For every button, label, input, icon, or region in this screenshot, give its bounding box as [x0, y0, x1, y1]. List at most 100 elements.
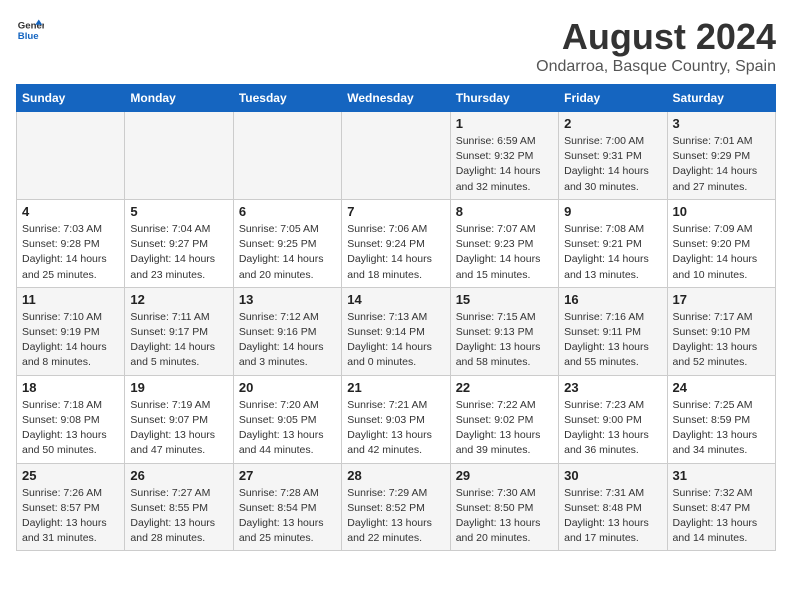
svg-text:Blue: Blue: [18, 31, 39, 42]
header-thursday: Thursday: [450, 85, 558, 112]
calendar-table: SundayMondayTuesdayWednesdayThursdayFrid…: [16, 84, 776, 551]
header-friday: Friday: [559, 85, 667, 112]
day-detail: Sunrise: 7:01 AMSunset: 9:29 PMDaylight:…: [673, 134, 770, 195]
calendar-cell: 2 Sunrise: 7:00 AMSunset: 9:31 PMDaylight…: [559, 112, 667, 200]
day-number: 28: [347, 468, 444, 483]
day-number: 21: [347, 380, 444, 395]
day-detail: Sunrise: 7:28 AMSunset: 8:54 PMDaylight:…: [239, 486, 336, 547]
day-number: 20: [239, 380, 336, 395]
calendar-cell: [233, 112, 341, 200]
page-header: General Blue August 2024 Ondarroa, Basqu…: [16, 16, 776, 76]
day-number: 4: [22, 204, 119, 219]
day-detail: Sunrise: 7:15 AMSunset: 9:13 PMDaylight:…: [456, 310, 553, 371]
calendar-cell: 29 Sunrise: 7:30 AMSunset: 8:50 PMDayligh…: [450, 463, 558, 551]
calendar-cell: 17 Sunrise: 7:17 AMSunset: 9:10 PMDayligh…: [667, 287, 775, 375]
calendar-cell: [342, 112, 450, 200]
calendar-cell: [125, 112, 233, 200]
calendar-cell: 19 Sunrise: 7:19 AMSunset: 9:07 PMDayligh…: [125, 375, 233, 463]
logo: General Blue: [16, 16, 44, 44]
day-number: 10: [673, 204, 770, 219]
day-detail: Sunrise: 7:32 AMSunset: 8:47 PMDaylight:…: [673, 486, 770, 547]
day-detail: Sunrise: 7:13 AMSunset: 9:14 PMDaylight:…: [347, 310, 444, 371]
calendar-week-0: 1Sunrise: 6:59 AMSunset: 9:32 PMDaylight…: [17, 112, 776, 200]
day-detail: Sunrise: 7:06 AMSunset: 9:24 PMDaylight:…: [347, 222, 444, 283]
day-detail: Sunrise: 7:16 AMSunset: 9:11 PMDaylight:…: [564, 310, 661, 371]
day-number: 29: [456, 468, 553, 483]
day-detail: Sunrise: 7:22 AMSunset: 9:02 PMDaylight:…: [456, 398, 553, 459]
day-detail: Sunrise: 7:18 AMSunset: 9:08 PMDaylight:…: [22, 398, 119, 459]
title-area: August 2024 Ondarroa, Basque Country, Sp…: [536, 16, 776, 76]
calendar-cell: 21Sunrise: 7:21 AMSunset: 9:03 PMDayligh…: [342, 375, 450, 463]
day-number: 27: [239, 468, 336, 483]
day-detail: Sunrise: 7:20 AMSunset: 9:05 PMDaylight:…: [239, 398, 336, 459]
day-number: 14: [347, 292, 444, 307]
day-number: 19: [130, 380, 227, 395]
day-number: 25: [22, 468, 119, 483]
calendar-cell: 11 Sunrise: 7:10 AMSunset: 9:19 PMDayligh…: [17, 287, 125, 375]
day-detail: Sunrise: 7:04 AMSunset: 9:27 PMDaylight:…: [130, 222, 227, 283]
calendar-cell: 23 Sunrise: 7:23 AMSunset: 9:00 PMDayligh…: [559, 375, 667, 463]
calendar-cell: 22 Sunrise: 7:22 AMSunset: 9:02 PMDayligh…: [450, 375, 558, 463]
calendar-cell: 13 Sunrise: 7:12 AMSunset: 9:16 PMDayligh…: [233, 287, 341, 375]
day-detail: Sunrise: 7:23 AMSunset: 9:00 PMDaylight:…: [564, 398, 661, 459]
calendar-cell: 5 Sunrise: 7:04 AMSunset: 9:27 PMDaylight…: [125, 199, 233, 287]
day-detail: Sunrise: 7:27 AMSunset: 8:55 PMDaylight:…: [130, 486, 227, 547]
day-detail: Sunrise: 7:03 AMSunset: 9:28 PMDaylight:…: [22, 222, 119, 283]
day-detail: Sunrise: 6:59 AMSunset: 9:32 PMDaylight:…: [456, 134, 553, 195]
day-number: 23: [564, 380, 661, 395]
header-saturday: Saturday: [667, 85, 775, 112]
calendar-cell: 31Sunrise: 7:32 AMSunset: 8:47 PMDayligh…: [667, 463, 775, 551]
day-detail: Sunrise: 7:07 AMSunset: 9:23 PMDaylight:…: [456, 222, 553, 283]
day-detail: Sunrise: 7:10 AMSunset: 9:19 PMDaylight:…: [22, 310, 119, 371]
day-number: 26: [130, 468, 227, 483]
calendar-cell: 1Sunrise: 6:59 AMSunset: 9:32 PMDaylight…: [450, 112, 558, 200]
day-detail: Sunrise: 7:12 AMSunset: 9:16 PMDaylight:…: [239, 310, 336, 371]
calendar-cell: 12 Sunrise: 7:11 AMSunset: 9:17 PMDayligh…: [125, 287, 233, 375]
logo-icon: General Blue: [16, 16, 44, 44]
calendar-cell: 30 Sunrise: 7:31 AMSunset: 8:48 PMDayligh…: [559, 463, 667, 551]
calendar-cell: 24 Sunrise: 7:25 AMSunset: 8:59 PMDayligh…: [667, 375, 775, 463]
calendar-cell: 18Sunrise: 7:18 AMSunset: 9:08 PMDayligh…: [17, 375, 125, 463]
calendar-cell: 6 Sunrise: 7:05 AMSunset: 9:25 PMDaylight…: [233, 199, 341, 287]
day-detail: Sunrise: 7:08 AMSunset: 9:21 PMDaylight:…: [564, 222, 661, 283]
calendar-cell: 7 Sunrise: 7:06 AMSunset: 9:24 PMDaylight…: [342, 199, 450, 287]
calendar-cell: [17, 112, 125, 200]
day-number: 6: [239, 204, 336, 219]
day-detail: Sunrise: 7:26 AMSunset: 8:57 PMDaylight:…: [22, 486, 119, 547]
header-tuesday: Tuesday: [233, 85, 341, 112]
day-number: 24: [673, 380, 770, 395]
calendar-cell: 14 Sunrise: 7:13 AMSunset: 9:14 PMDayligh…: [342, 287, 450, 375]
day-detail: Sunrise: 7:00 AMSunset: 9:31 PMDaylight:…: [564, 134, 661, 195]
day-number: 5: [130, 204, 227, 219]
day-number: 13: [239, 292, 336, 307]
day-detail: Sunrise: 7:05 AMSunset: 9:25 PMDaylight:…: [239, 222, 336, 283]
day-detail: Sunrise: 7:31 AMSunset: 8:48 PMDaylight:…: [564, 486, 661, 547]
calendar-cell: 27 Sunrise: 7:28 AMSunset: 8:54 PMDayligh…: [233, 463, 341, 551]
day-detail: Sunrise: 7:11 AMSunset: 9:17 PMDaylight:…: [130, 310, 227, 371]
day-number: 22: [456, 380, 553, 395]
day-number: 12: [130, 292, 227, 307]
calendar-cell: 20 Sunrise: 7:20 AMSunset: 9:05 PMDayligh…: [233, 375, 341, 463]
calendar-cell: 10Sunrise: 7:09 AMSunset: 9:20 PMDayligh…: [667, 199, 775, 287]
calendar-cell: 15 Sunrise: 7:15 AMSunset: 9:13 PMDayligh…: [450, 287, 558, 375]
day-number: 7: [347, 204, 444, 219]
day-number: 3: [673, 116, 770, 131]
day-number: 11: [22, 292, 119, 307]
calendar-cell: 8Sunrise: 7:07 AMSunset: 9:23 PMDaylight…: [450, 199, 558, 287]
day-detail: Sunrise: 7:17 AMSunset: 9:10 PMDaylight:…: [673, 310, 770, 371]
calendar-cell: 3 Sunrise: 7:01 AMSunset: 9:29 PMDaylight…: [667, 112, 775, 200]
calendar-week-4: 25 Sunrise: 7:26 AMSunset: 8:57 PMDayligh…: [17, 463, 776, 551]
day-detail: Sunrise: 7:29 AMSunset: 8:52 PMDaylight:…: [347, 486, 444, 547]
day-number: 2: [564, 116, 661, 131]
day-number: 9: [564, 204, 661, 219]
calendar-cell: 9 Sunrise: 7:08 AMSunset: 9:21 PMDaylight…: [559, 199, 667, 287]
calendar-week-3: 18Sunrise: 7:18 AMSunset: 9:08 PMDayligh…: [17, 375, 776, 463]
day-detail: Sunrise: 7:30 AMSunset: 8:50 PMDaylight:…: [456, 486, 553, 547]
calendar-header-row: SundayMondayTuesdayWednesdayThursdayFrid…: [17, 85, 776, 112]
day-number: 15: [456, 292, 553, 307]
day-detail: Sunrise: 7:25 AMSunset: 8:59 PMDaylight:…: [673, 398, 770, 459]
header-wednesday: Wednesday: [342, 85, 450, 112]
day-number: 30: [564, 468, 661, 483]
day-detail: Sunrise: 7:19 AMSunset: 9:07 PMDaylight:…: [130, 398, 227, 459]
day-number: 17: [673, 292, 770, 307]
